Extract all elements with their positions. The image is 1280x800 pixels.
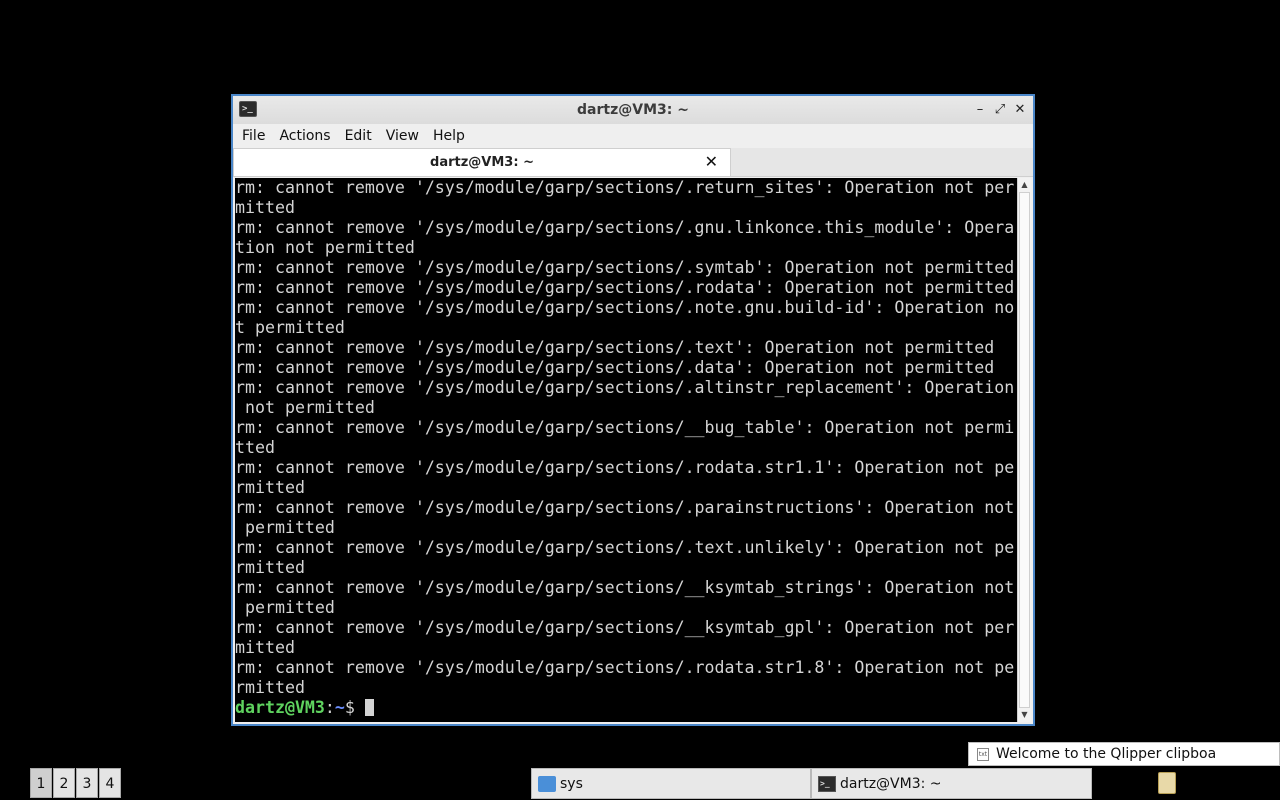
menu-file[interactable]: File bbox=[237, 124, 270, 148]
window-title: dartz@VM3: ~ bbox=[577, 102, 689, 118]
window-titlebar[interactable]: >_ dartz@VM3: ~ – ⤢ ✕ bbox=[233, 96, 1033, 125]
terminal-line: rm: cannot remove '/sys/module/garp/sect… bbox=[235, 218, 1015, 237]
maximize-button[interactable]: ⤢ bbox=[991, 101, 1009, 119]
terminal-line: permitted bbox=[235, 518, 335, 537]
task-sys[interactable]: sys bbox=[531, 768, 811, 799]
terminal-line: rm: cannot remove '/sys/module/garp/sect… bbox=[235, 618, 1015, 637]
menu-bar: File Actions Edit View Help bbox=[233, 124, 1033, 148]
terminal-icon: >_ bbox=[818, 776, 836, 792]
terminal-line: rm: cannot remove '/sys/module/garp/sect… bbox=[235, 418, 1015, 437]
menu-view[interactable]: View bbox=[381, 124, 424, 148]
terminal-prompt-line[interactable]: dartz@VM3:~$ bbox=[235, 698, 1017, 718]
terminal-line: rm: cannot remove '/sys/module/garp/sect… bbox=[235, 178, 1015, 197]
terminal-line: rm: cannot remove '/sys/module/garp/sect… bbox=[235, 278, 1015, 297]
text-cursor bbox=[364, 699, 374, 716]
scroll-down-arrow-icon[interactable]: ▼ bbox=[1018, 710, 1031, 720]
tab-terminal[interactable]: dartz@VM3: ~ ✕ bbox=[233, 148, 731, 176]
menu-help[interactable]: Help bbox=[428, 124, 470, 148]
terminal-line: t permitted bbox=[235, 318, 345, 337]
terminal-line: tion not permitted bbox=[235, 238, 415, 257]
terminal-line: rm: cannot remove '/sys/module/garp/sect… bbox=[235, 458, 1015, 477]
terminal-line: mitted bbox=[235, 198, 295, 217]
tab-close-icon[interactable]: ✕ bbox=[705, 153, 718, 171]
scroll-thumb[interactable] bbox=[1019, 192, 1030, 708]
terminal-line: rmitted bbox=[235, 478, 305, 497]
clipboard-notification[interactable]: txt Welcome to the Qlipper clipboa bbox=[968, 742, 1280, 766]
menu-edit[interactable]: Edit bbox=[340, 124, 377, 148]
terminal-line: rm: cannot remove '/sys/module/garp/sect… bbox=[235, 298, 1015, 317]
terminal-output[interactable]: rm: cannot remove '/sys/module/garp/sect… bbox=[235, 178, 1017, 722]
terminal-line: rm: cannot remove '/sys/module/garp/sect… bbox=[235, 538, 1015, 557]
close-button[interactable]: ✕ bbox=[1011, 101, 1029, 119]
task-label: dartz@VM3: ~ bbox=[840, 776, 942, 792]
tab-label: dartz@VM3: ~ bbox=[430, 155, 534, 170]
prompt-symbol: $ bbox=[344, 698, 365, 717]
desktop-4-button[interactable]: 4 bbox=[99, 768, 121, 798]
tab-bar: dartz@VM3: ~ ✕ bbox=[233, 148, 1033, 177]
desktop-3-button[interactable]: 3 bbox=[76, 768, 98, 798]
terminal-line: rm: cannot remove '/sys/module/garp/sect… bbox=[235, 378, 1015, 397]
terminal-window[interactable]: >_ dartz@VM3: ~ – ⤢ ✕ File Actions Edit Vie… bbox=[231, 94, 1035, 726]
terminal-line: mitted bbox=[235, 638, 295, 657]
menu-actions[interactable]: Actions bbox=[274, 124, 335, 148]
task-label: sys bbox=[560, 776, 583, 792]
terminal-line: rm: cannot remove '/sys/module/garp/sect… bbox=[235, 658, 1015, 677]
terminal-line: tted bbox=[235, 438, 275, 457]
folder-icon bbox=[538, 776, 556, 792]
task-terminal[interactable]: >_ dartz@VM3: ~ bbox=[811, 768, 1092, 799]
taskbar: 1 2 3 4 sys >_ dartz@VM3: ~ bbox=[0, 768, 1280, 800]
terminal-line: not permitted bbox=[235, 398, 375, 417]
clipboard-tray-icon[interactable] bbox=[1158, 772, 1176, 794]
prompt-path: ~ bbox=[334, 698, 345, 717]
terminal-line: rmitted bbox=[235, 678, 305, 697]
terminal-line: rm: cannot remove '/sys/module/garp/sect… bbox=[235, 498, 1015, 517]
terminal-line: rm: cannot remove '/sys/module/garp/sect… bbox=[235, 338, 995, 357]
desktop-1-button[interactable]: 1 bbox=[30, 768, 52, 798]
terminal-line: permitted bbox=[235, 598, 335, 617]
notification-text: Welcome to the Qlipper clipboa bbox=[996, 746, 1217, 762]
terminal-line: rmitted bbox=[235, 558, 305, 577]
terminal-line: rm: cannot remove '/sys/module/garp/sect… bbox=[235, 258, 1015, 277]
prompt-separator: : bbox=[324, 698, 335, 717]
terminal-line: rm: cannot remove '/sys/module/garp/sect… bbox=[235, 358, 995, 377]
terminal-line: rm: cannot remove '/sys/module/garp/sect… bbox=[235, 578, 1015, 597]
text-file-icon: txt bbox=[977, 748, 989, 761]
desktop-2-button[interactable]: 2 bbox=[53, 768, 75, 798]
prompt-user-host: dartz@VM3 bbox=[235, 698, 325, 717]
scroll-up-arrow-icon[interactable]: ▲ bbox=[1018, 180, 1031, 190]
vertical-scrollbar[interactable]: ▲ ▼ bbox=[1017, 178, 1031, 722]
terminal-lines: rm: cannot remove '/sys/module/garp/sect… bbox=[235, 178, 1017, 698]
minimize-button[interactable]: – bbox=[971, 101, 989, 119]
